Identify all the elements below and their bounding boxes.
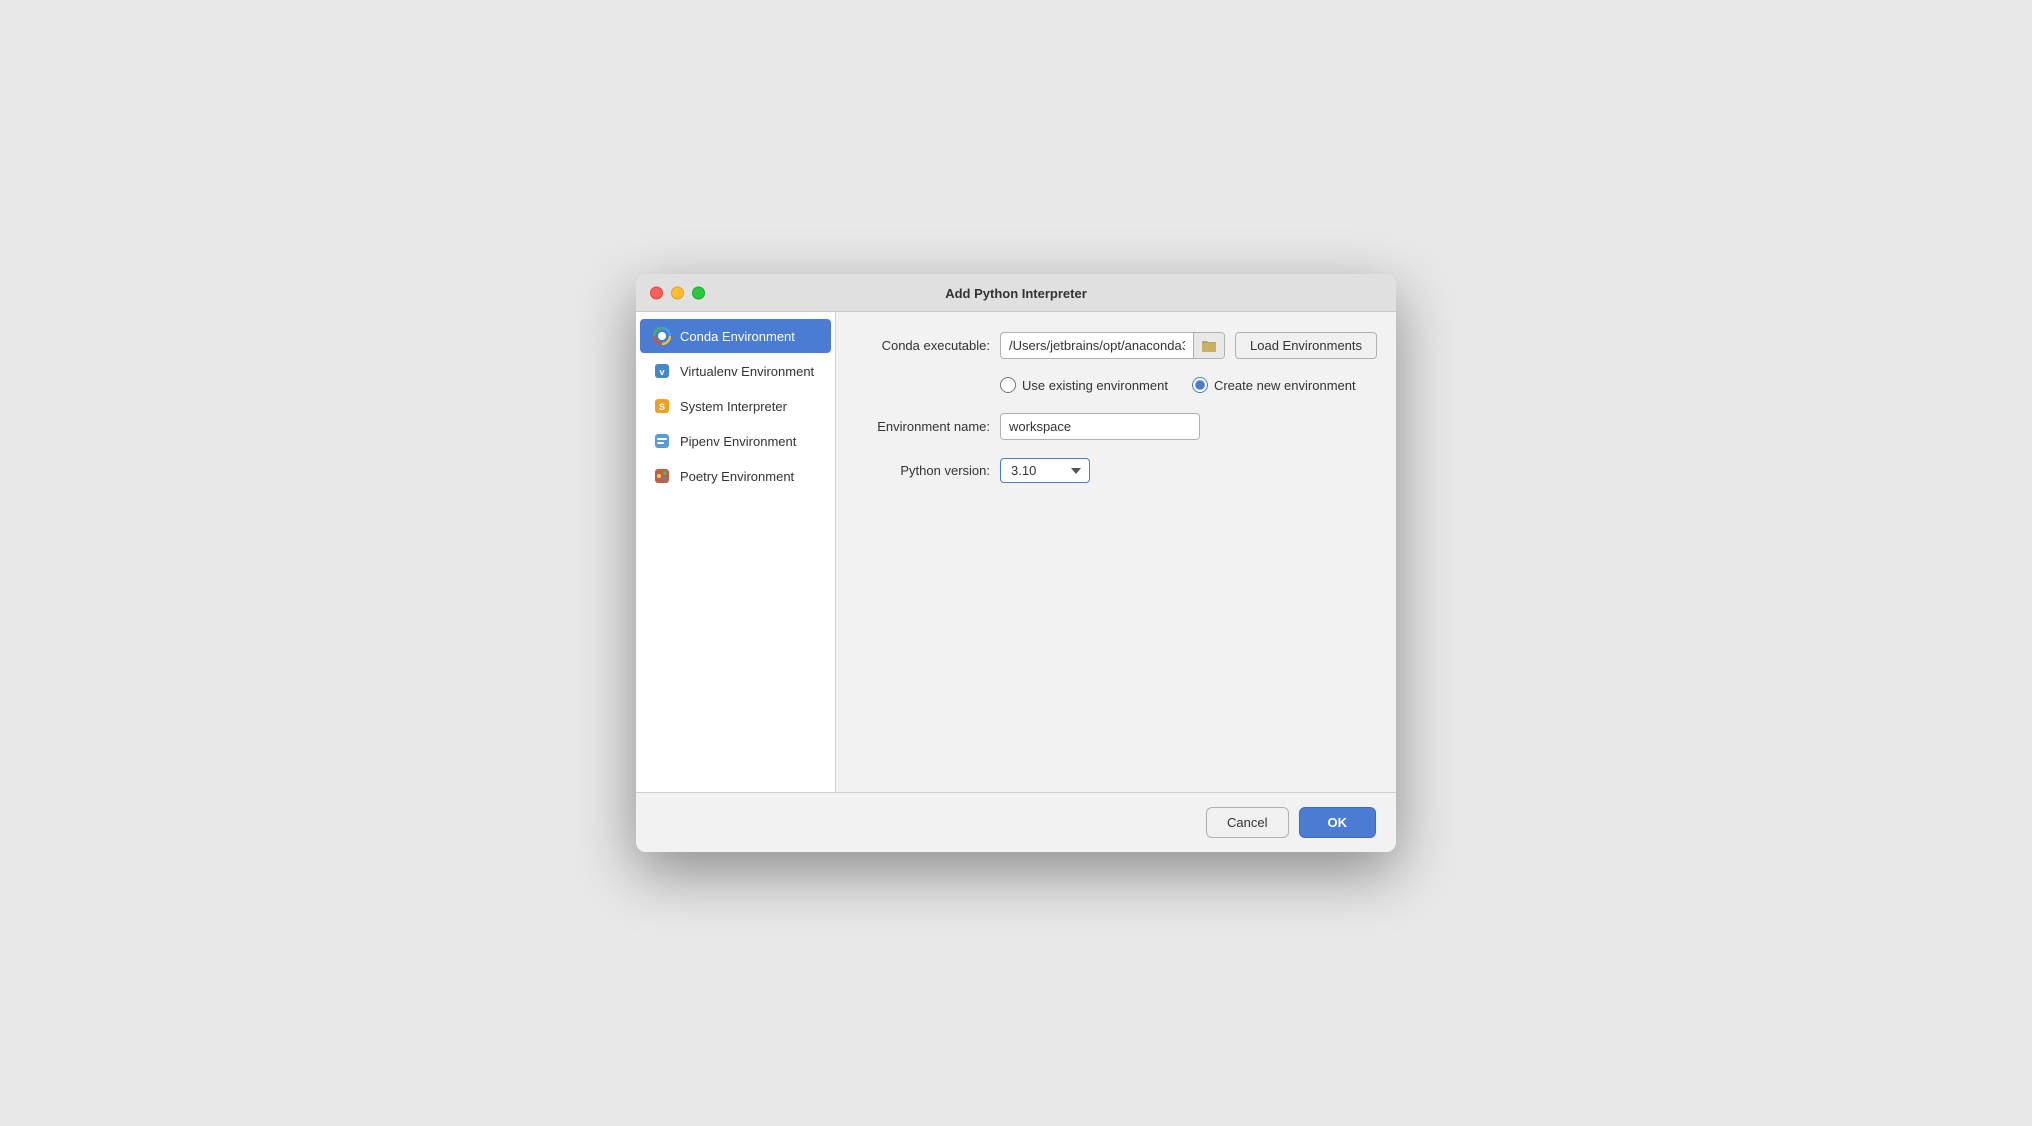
use-existing-label: Use existing environment [1022, 378, 1168, 393]
conda-executable-row: Conda executable: Load Environments [860, 332, 1377, 359]
python-version-label: Python version: [860, 463, 990, 478]
sidebar-item-poetry[interactable]: Poetry Environment [640, 459, 831, 493]
sidebar: Conda Environment v Virtualenv Environme… [636, 312, 836, 792]
pipenv-icon [652, 431, 672, 451]
traffic-lights [650, 286, 705, 299]
radio-use-existing[interactable]: Use existing environment [1000, 377, 1168, 393]
cancel-button[interactable]: Cancel [1206, 807, 1288, 838]
add-python-interpreter-dialog: Add Python Interpreter Conda Environment [636, 274, 1396, 852]
maximize-button[interactable] [692, 286, 705, 299]
radio-options-row: Use existing environment Create new envi… [1000, 377, 1377, 393]
create-new-radio[interactable] [1192, 377, 1208, 393]
conda-executable-label: Conda executable: [860, 338, 990, 353]
conda-executable-input[interactable] [1001, 333, 1193, 358]
main-content: Conda executable: Load Environments [836, 312, 1396, 792]
environment-name-row: Environment name: [860, 413, 1377, 440]
browse-folder-button[interactable] [1193, 333, 1224, 358]
sidebar-item-virtualenv[interactable]: v Virtualenv Environment [640, 354, 831, 388]
ok-button[interactable]: OK [1299, 807, 1377, 838]
sidebar-pipenv-label: Pipenv Environment [680, 434, 796, 449]
folder-icon [1202, 340, 1216, 352]
radio-create-new[interactable]: Create new environment [1192, 377, 1356, 393]
python-version-select[interactable]: 3.10 3.9 3.8 3.11 3.7 [1000, 458, 1090, 483]
sidebar-item-system[interactable]: S System Interpreter [640, 389, 831, 423]
environment-name-label: Environment name: [860, 419, 990, 434]
close-button[interactable] [650, 286, 663, 299]
system-icon: S [652, 396, 672, 416]
sidebar-item-pipenv[interactable]: Pipenv Environment [640, 424, 831, 458]
use-existing-radio[interactable] [1000, 377, 1016, 393]
title-bar: Add Python Interpreter [636, 274, 1396, 312]
conda-icon [652, 326, 672, 346]
svg-text:v: v [659, 367, 664, 377]
dialog-footer: Cancel OK [636, 792, 1396, 852]
path-input-wrapper [1000, 332, 1225, 359]
sidebar-item-conda[interactable]: Conda Environment [640, 319, 831, 353]
sidebar-virtualenv-label: Virtualenv Environment [680, 364, 814, 379]
svg-text:S: S [659, 402, 665, 412]
load-environments-button[interactable]: Load Environments [1235, 332, 1377, 359]
minimize-button[interactable] [671, 286, 684, 299]
python-version-row: Python version: 3.10 3.9 3.8 3.11 3.7 [860, 458, 1377, 483]
dialog-body: Conda Environment v Virtualenv Environme… [636, 312, 1396, 792]
environment-name-input[interactable] [1000, 413, 1200, 440]
sidebar-conda-label: Conda Environment [680, 329, 795, 344]
poetry-icon [652, 466, 672, 486]
sidebar-poetry-label: Poetry Environment [680, 469, 794, 484]
create-new-label: Create new environment [1214, 378, 1356, 393]
dialog-title: Add Python Interpreter [945, 286, 1087, 301]
virtualenv-icon: v [652, 361, 672, 381]
sidebar-system-label: System Interpreter [680, 399, 787, 414]
